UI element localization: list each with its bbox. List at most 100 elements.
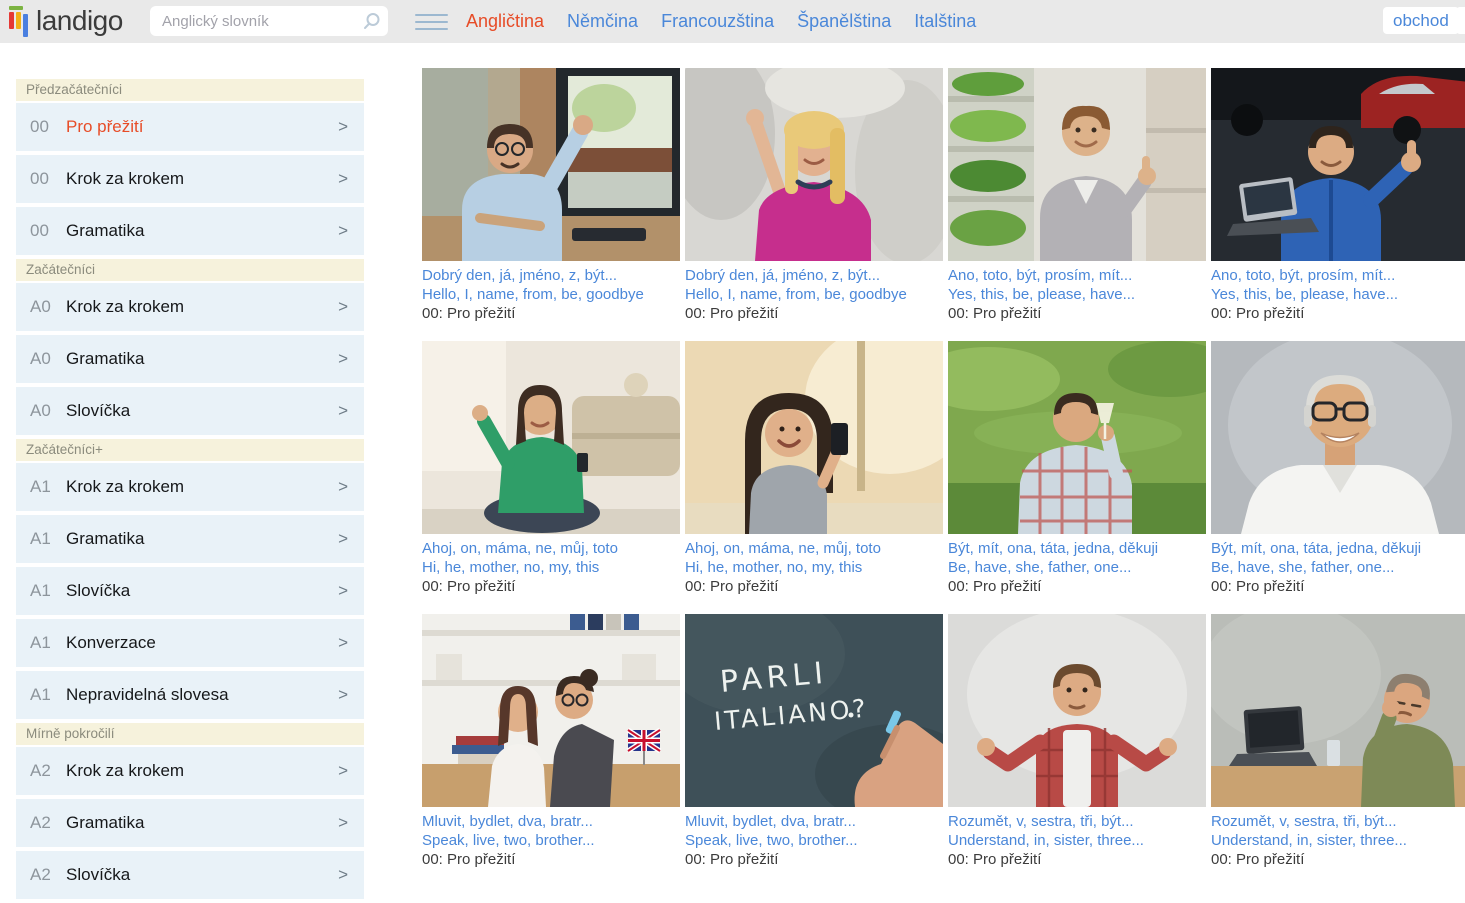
level-code: A0 [30,297,51,316]
card-caption: Být, mít, ona, táta, jedna, děkuji Be, h… [1211,539,1465,596]
caption-english[interactable]: Understand, in, sister, three... [1211,831,1465,850]
shop-button[interactable]: obchod [1383,7,1459,34]
level-code: A2 [30,761,51,780]
caption-czech[interactable]: Ano, toto, být, prosím, mít... [948,266,1206,285]
chevron-right-icon: > [338,401,348,420]
caption-czech[interactable]: Ahoj, on, máma, ne, můj, toto [685,539,943,558]
caption-czech[interactable]: Být, mít, ona, táta, jedna, děkuji [1211,539,1465,558]
sidebar-section-lower-intermediate: Mírně pokročilí [16,723,364,745]
caption-english[interactable]: Be, have, she, father, one... [948,558,1206,577]
course-card[interactable]: Dobrý den, já, jméno, z, být... Hello, I… [422,68,680,323]
photo-senior-man-smiling[interactable] [1211,341,1465,534]
search-icon[interactable] [362,12,381,31]
language-nav: Angličtina Němčina Francouzština Španělš… [466,0,976,43]
sidebar-section-prebeginners: Předzačátečníci [16,79,364,101]
photo-two-women-studying-uk-flag[interactable] [422,614,680,807]
photo-man-drinking-wine-vineyard[interactable] [948,341,1206,534]
nav-tab-spanish[interactable]: Španělština [797,11,891,32]
sidebar-item-label: Gramatika [66,529,145,548]
course-card[interactable]: Dobrý den, já, jméno, z, být... Hello, I… [685,68,943,323]
photo-chalkboard-parli-italiano[interactable]: PARLI ITALIANO? [685,614,943,807]
account-button-partial[interactable]: v [1456,7,1465,34]
nav-tab-german[interactable]: Němčina [567,11,638,32]
photo-man-shrugging[interactable] [948,614,1206,807]
sidebar-item-a0-gramatika[interactable]: A0 Gramatika > [16,335,364,383]
sidebar-item-label: Krok za krokem [66,169,185,188]
course-card[interactable]: Ano, toto, být, prosím, mít... Yes, this… [948,68,1206,323]
sidebar-item-a2-gramatika[interactable]: A2 Gramatika > [16,799,364,847]
sidebar-item-00-pro-preziti[interactable]: 00 Pro přežití > [16,103,364,151]
course-card[interactable]: Rozumět, v, sestra, tři, být... Understa… [1211,614,1465,869]
caption-english[interactable]: Speak, live, two, brother... [422,831,680,850]
caption-level: 00: Pro přežití [422,851,516,868]
caption-czech[interactable]: Dobrý den, já, jméno, z, být... [422,266,680,285]
header: landigo Angličtina Němčina Francouzština… [0,0,1465,43]
course-card[interactable]: Mluvit, bydlet, dva, bratr... Speak, liv… [422,614,680,869]
sidebar-item-a2-krok-za-krokem[interactable]: A2 Krok za krokem > [16,747,364,795]
photo-woman-waving-phone-on-floor[interactable] [422,341,680,534]
caption-czech[interactable]: Rozumět, v, sestra, tři, být... [948,812,1206,831]
menu-icon[interactable] [415,14,448,35]
photo-woman-videocall-phone-table[interactable] [685,341,943,534]
chevron-right-icon: > [338,865,348,884]
caption-english[interactable]: Be, have, she, father, one... [1211,558,1465,577]
level-code: A1 [30,477,51,496]
caption-czech[interactable]: Mluvit, bydlet, dva, bratr... [422,812,680,831]
sidebar-item-a2-slovicka[interactable]: A2 Slovíčka > [16,851,364,899]
caption-english[interactable]: Understand, in, sister, three... [948,831,1206,850]
course-card[interactable]: Ahoj, on, máma, ne, můj, toto Hi, he, mo… [422,341,680,596]
course-card[interactable]: Ano, toto, být, prosím, mít... Yes, this… [1211,68,1465,323]
chevron-right-icon: > [338,477,348,496]
logo-text: landigo [36,5,123,36]
sidebar-item-a1-slovicka[interactable]: A1 Slovíčka > [16,567,364,615]
photo-blonde-woman-waving-street[interactable] [685,68,943,261]
sidebar-item-a0-krok-za-krokem[interactable]: A0 Krok za krokem > [16,283,364,331]
photo-mechanic-thumbs-up-garage[interactable] [1211,68,1465,261]
logo[interactable]: landigo [8,3,123,39]
caption-level: 00: Pro přežití [1211,578,1305,595]
caption-english[interactable]: Hello, I, name, from, be, goodbye [422,285,680,304]
sidebar-item-a1-nepravidelna-slovesa[interactable]: A1 Nepravidelná slovesa > [16,671,364,719]
nav-tab-english[interactable]: Angličtina [466,11,544,32]
course-card[interactable]: Být, mít, ona, táta, jedna, děkuji Be, h… [1211,341,1465,596]
course-card[interactable]: PARLI ITALIANO? Mluvit, bydlet, dva, bra… [685,614,943,869]
sidebar-item-a1-krok-za-krokem[interactable]: A1 Krok za krokem > [16,463,364,511]
level-code: A0 [30,401,51,420]
photo-boy-thumbs-up-grocery[interactable] [948,68,1206,261]
sidebar-item-00-krok-za-krokem[interactable]: 00 Krok za krokem > [16,155,364,203]
caption-czech[interactable]: Rozumět, v, sestra, tři, být... [1211,812,1465,831]
sidebar-item-a0-slovicka[interactable]: A0 Slovíčka > [16,387,364,435]
caption-czech[interactable]: Ahoj, on, máma, ne, můj, toto [422,539,680,558]
sidebar-item-label: Slovíčka [66,581,131,600]
chevron-right-icon: > [338,581,348,600]
caption-czech[interactable]: Ano, toto, být, prosím, mít... [1211,266,1465,285]
caption-czech[interactable]: Být, mít, ona, táta, jedna, děkuji [948,539,1206,558]
nav-tab-french[interactable]: Francouzština [661,11,774,32]
search-input[interactable] [150,6,388,36]
logo-icon [9,6,28,37]
sidebar-item-label: Konverzace [66,633,156,652]
course-card[interactable]: Ahoj, on, máma, ne, můj, toto Hi, he, mo… [685,341,943,596]
sidebar-item-label: Gramatika [66,221,145,240]
course-card[interactable]: Být, mít, ona, táta, jedna, děkuji Be, h… [948,341,1206,596]
nav-tab-italian[interactable]: Italština [914,11,976,32]
card-caption: Dobrý den, já, jméno, z, být... Hello, I… [685,266,943,323]
photo-man-frustrated-at-laptop[interactable] [1211,614,1465,807]
level-code: 00 [30,117,49,136]
photo-man-waving-at-desk[interactable] [422,68,680,261]
sidebar-item-a1-konverzace[interactable]: A1 Konverzace > [16,619,364,667]
caption-czech[interactable]: Dobrý den, já, jméno, z, být... [685,266,943,285]
sidebar-item-a1-gramatika[interactable]: A1 Gramatika > [16,515,364,563]
caption-english[interactable]: Yes, this, be, please, have... [948,285,1206,304]
caption-english[interactable]: Hello, I, name, from, be, goodbye [685,285,943,304]
caption-english[interactable]: Speak, live, two, brother... [685,831,943,850]
sidebar-item-label: Slovíčka [66,401,131,420]
course-card[interactable]: Rozumět, v, sestra, tři, být... Understa… [948,614,1206,869]
sidebar-item-00-gramatika[interactable]: 00 Gramatika > [16,207,364,255]
caption-czech[interactable]: Mluvit, bydlet, dva, bratr... [685,812,943,831]
caption-english[interactable]: Hi, he, mother, no, my, this [422,558,680,577]
caption-english[interactable]: Hi, he, mother, no, my, this [685,558,943,577]
sidebar: Předzačátečníci 00 Pro přežití > 00 Krok… [16,78,364,903]
caption-english[interactable]: Yes, this, be, please, have... [1211,285,1465,304]
level-code: A2 [30,865,51,884]
